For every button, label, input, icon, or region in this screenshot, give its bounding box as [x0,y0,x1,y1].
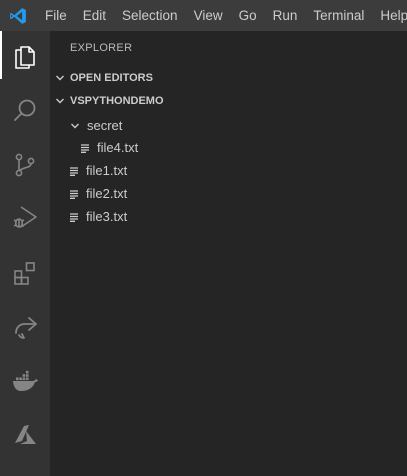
search-icon [14,99,36,121]
activity-live-share[interactable] [0,303,50,351]
source-control-icon [15,153,35,177]
tree-file-label: file2.txt [86,186,128,201]
activity-extensions[interactable] [0,249,50,297]
menu-terminal[interactable]: Terminal [305,0,372,31]
sidebar-title: EXPLORER [70,42,133,54]
vscode-logo-icon [0,0,36,31]
activity-docker[interactable] [0,357,50,405]
live-share-icon [15,317,37,339]
tree-file-label: file1.txt [86,163,128,178]
activity-explorer[interactable] [0,31,50,79]
chevron-down-icon [50,90,70,112]
docker-icon [13,370,38,391]
text-file-icon [66,206,82,228]
chevron-down-icon [50,67,70,89]
menu-view[interactable]: View [186,0,231,31]
tree-file-file4[interactable]: file4.txt [50,137,407,159]
menu-bar: File Edit Selection View Go Run Terminal… [0,0,407,31]
azure-icon [15,425,36,444]
tree-folder-secret[interactable]: secret [50,115,407,137]
activity-source-control[interactable] [0,141,50,189]
run-debug-icon [13,206,37,228]
activity-bar [0,31,50,476]
vscode-window: File Edit Selection View Go Run Terminal… [0,0,407,476]
text-file-icon [66,183,82,205]
menu-edit[interactable]: Edit [75,0,114,31]
tree-file-file1[interactable]: file1.txt [50,160,407,182]
menu-run[interactable]: Run [265,0,306,31]
menu-selection[interactable]: Selection [114,0,186,31]
tree-file-file3[interactable]: file3.txt [50,206,407,228]
text-file-icon [77,137,93,159]
menu-help[interactable]: Help [372,0,407,31]
tree-file-label: file3.txt [86,209,128,224]
section-open-editors[interactable]: OPEN EDITORS [50,67,407,89]
section-workspace[interactable]: VSPYTHONDEMO [50,90,407,112]
tree-folder-label: secret [87,118,123,133]
activity-search[interactable] [0,87,50,135]
tree-file-label: file4.txt [97,140,139,155]
activity-run-debug[interactable] [0,193,50,241]
tree-file-file2[interactable]: file2.txt [50,183,407,205]
section-open-editors-label: OPEN EDITORS [70,72,153,84]
text-file-icon [66,160,82,182]
extensions-icon [14,262,35,285]
chevron-down-icon [67,115,83,137]
explorer-sidebar: EXPLORER OPEN EDITORS VSPYTHONDEMO secre… [50,31,407,476]
files-icon [15,46,35,69]
menu-file[interactable]: File [36,0,75,31]
section-workspace-label: VSPYTHONDEMO [70,95,164,107]
activity-azure[interactable] [0,411,50,459]
menu-go[interactable]: Go [231,0,265,31]
